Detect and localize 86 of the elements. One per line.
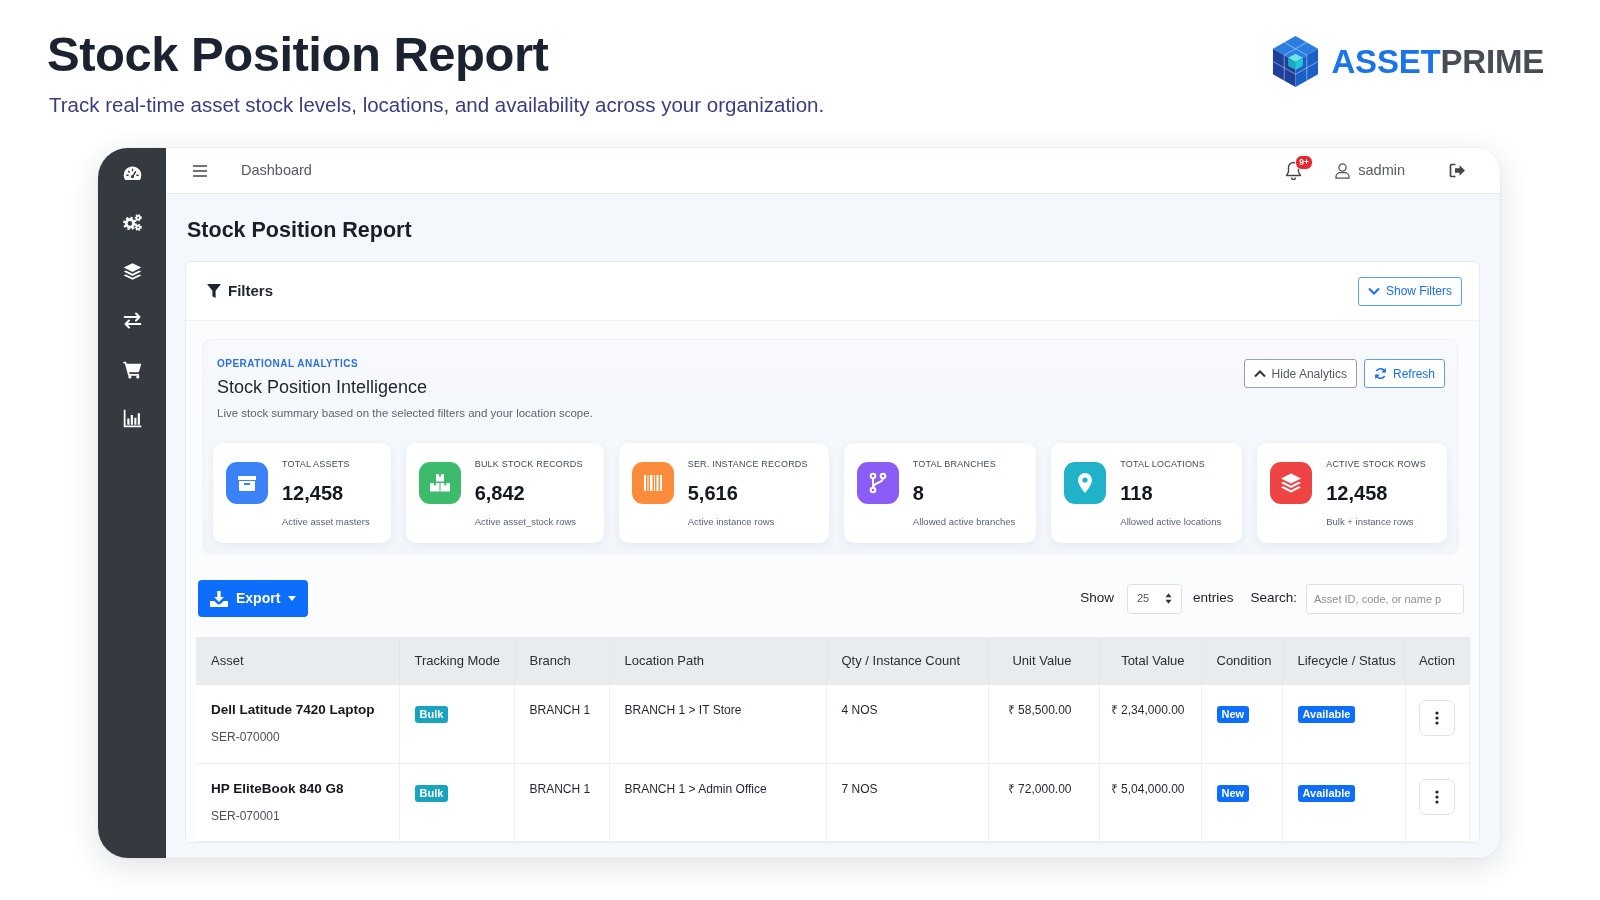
table-cell: BRANCH 1	[514, 685, 609, 763]
condition-badge: New	[1216, 706, 1250, 723]
stat-value: 12,458	[1326, 481, 1389, 505]
tracking-mode-badge: Bulk	[414, 706, 449, 723]
column-header: Unit Value	[988, 637, 1099, 685]
breadcrumb-link[interactable]: Dashboard	[241, 159, 312, 182]
stat-note: Allowed active locations	[1120, 515, 1222, 528]
show-filters-button[interactable]: Show Filters	[1357, 276, 1462, 306]
column-header: Action	[1405, 637, 1469, 685]
analytics-description: Live stock summary based on the selected filters and your location scope.	[217, 406, 593, 421]
search-label: Search:	[1250, 589, 1297, 608]
user-icon	[1335, 162, 1351, 179]
stat-label: SER. INSTANCE RECORDS	[687, 458, 808, 470]
page-title: Stock Position Report	[187, 217, 413, 243]
asset-code: SER-070001	[211, 807, 281, 824]
page-size-select[interactable]: 25	[1126, 583, 1182, 614]
tracking-mode-badge: Bulk	[414, 784, 449, 802]
table-cell: ₹ 58,500.00	[988, 685, 1099, 763]
stat-value: 8	[912, 481, 925, 505]
column-header: Condition	[1201, 637, 1282, 685]
bar-chart-icon[interactable]	[121, 408, 143, 429]
stat-value: 5,616	[687, 481, 739, 505]
stat-value: 6,842	[474, 481, 526, 505]
logo-wordmark: ASSETPRIME	[1331, 41, 1544, 82]
table-cell: BRANCH 1 > IT Store	[609, 685, 826, 763]
layers-icon[interactable]	[121, 261, 143, 282]
cart-icon[interactable]	[121, 359, 143, 380]
table-cell: ₹ 72,000.00	[988, 763, 1099, 841]
asset-name: Dell Latitude 7420 Laptop	[211, 701, 376, 719]
chevron-down-icon	[1367, 287, 1380, 295]
refresh-button[interactable]: Refresh	[1363, 359, 1445, 388]
stat-note: Allowed active branches	[912, 515, 1016, 528]
column-header: Branch	[514, 637, 609, 685]
export-button[interactable]: Export	[198, 580, 309, 617]
column-header: Lifecycle / Status	[1282, 637, 1405, 685]
stat-note: Active asset masters	[282, 515, 370, 528]
table-cell: BRANCH 1 > Admin Office	[609, 763, 826, 841]
cube-logo-icon	[1271, 34, 1321, 89]
stat-value: 12,458	[282, 481, 345, 505]
section-eyebrow: OPERATIONAL ANALYTICS	[217, 357, 360, 371]
table-cell: ₹ 2,34,000.00	[1099, 685, 1201, 763]
menu-icon[interactable]	[193, 164, 207, 177]
stat-value: 118	[1120, 481, 1154, 505]
table-cell: BRANCH 1	[514, 763, 609, 841]
table-cell: ₹ 5,04,000.00	[1099, 763, 1201, 841]
column-header: Asset	[196, 637, 399, 685]
condition-badge: New	[1216, 784, 1250, 802]
status-badge: Available	[1297, 706, 1356, 723]
stat-note: Bulk + instance rows	[1326, 515, 1415, 528]
table-cell: 7 NOS	[826, 763, 988, 841]
swap-arrows-icon[interactable]	[121, 310, 143, 331]
banner-title: Stock Position Report	[47, 26, 550, 82]
caret-down-icon	[288, 596, 297, 601]
chevron-up-icon	[1253, 369, 1266, 378]
gears-icon[interactable]	[121, 212, 143, 233]
table-cell: 4 NOS	[826, 685, 988, 763]
asset-name: HP EliteBook 840 G8	[211, 779, 345, 798]
kebab-icon	[1435, 789, 1439, 804]
search-field[interactable]: Asset ID, code, or name p	[1306, 583, 1464, 614]
asset-code: SER-070000	[211, 729, 281, 745]
funnel-icon	[207, 284, 221, 298]
user-menu-link[interactable]: sadmin	[1335, 159, 1405, 182]
stat-label: TOTAL ASSETS	[282, 458, 351, 470]
column-header: Location Path	[609, 637, 826, 685]
download-icon	[210, 590, 228, 607]
stat-label: TOTAL BRANCHES	[912, 458, 997, 470]
show-label: Show	[1080, 589, 1114, 608]
banner-subtitle: Track real-time asset stock levels, locations, and availability across your organization.	[49, 93, 825, 117]
analytics-title: Stock Position Intelligence	[217, 376, 429, 399]
stat-note: Active asset_stock rows	[474, 515, 578, 528]
column-header: Total Value	[1099, 637, 1201, 685]
status-badge: Available	[1297, 784, 1356, 802]
sort-arrows-icon	[1164, 593, 1172, 604]
refresh-icon	[1373, 367, 1387, 380]
hide-analytics-button[interactable]: Hide Analytics	[1243, 359, 1357, 388]
column-header: Qty / Instance Count	[826, 637, 988, 685]
logout-icon[interactable]	[1449, 163, 1466, 178]
filters-title: Filters	[228, 280, 273, 301]
column-header: Tracking Mode	[399, 637, 514, 685]
stat-note: Active instance rows	[687, 515, 776, 528]
entries-label: entries	[1192, 589, 1234, 608]
stat-label: BULK STOCK RECORDS	[474, 458, 583, 470]
stat-label: TOTAL LOCATIONS	[1120, 458, 1206, 470]
stat-label: ACTIVE STOCK ROWS	[1326, 458, 1426, 470]
kebab-icon	[1435, 711, 1439, 725]
notification-badge: 9+	[1295, 155, 1313, 170]
